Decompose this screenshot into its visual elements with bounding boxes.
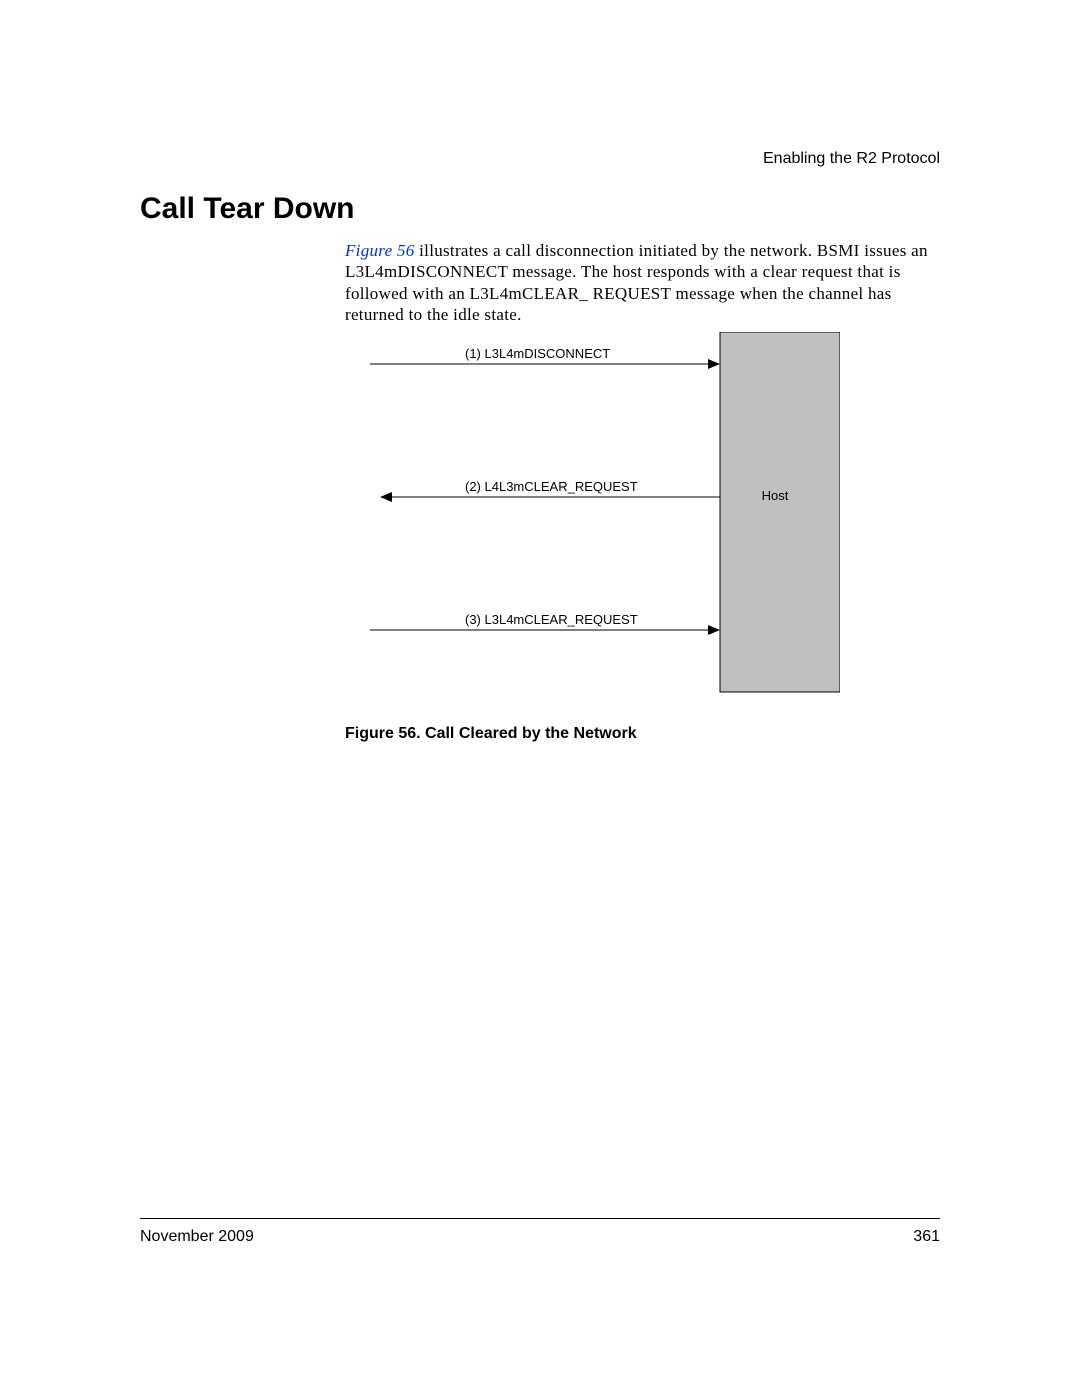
sequence-diagram: Host (1) L3L4mDISCONNECT (2) L4L3mCLEAR_… bbox=[370, 332, 840, 702]
arrow-1-label: (1) L3L4mDISCONNECT bbox=[465, 346, 610, 361]
paragraph-text: illustrates a call disconnection initiat… bbox=[345, 241, 928, 324]
figure-caption: Figure 56. Call Cleared by the Network bbox=[345, 725, 637, 743]
footer-page-number: 361 bbox=[913, 1228, 940, 1246]
figure-reference-link[interactable]: Figure 56 bbox=[345, 241, 415, 260]
host-label: Host bbox=[762, 488, 789, 503]
host-box bbox=[720, 332, 840, 692]
arrow-2-label: (2) L4L3mCLEAR_REQUEST bbox=[465, 479, 638, 494]
page: Enabling the R2 Protocol Call Tear Down … bbox=[0, 0, 1080, 1397]
arrow-3-head-icon bbox=[708, 625, 720, 635]
arrow-2-head-icon bbox=[380, 492, 392, 502]
footer-date: November 2009 bbox=[140, 1228, 254, 1246]
arrow-3-label: (3) L3L4mCLEAR_REQUEST bbox=[465, 612, 638, 627]
arrow-1-head-icon bbox=[708, 359, 720, 369]
header-section-path: Enabling the R2 Protocol bbox=[763, 150, 940, 168]
section-title: Call Tear Down bbox=[140, 192, 354, 226]
footer-rule bbox=[140, 1218, 940, 1219]
body-paragraph: Figure 56 illustrates a call disconnecti… bbox=[345, 240, 940, 325]
